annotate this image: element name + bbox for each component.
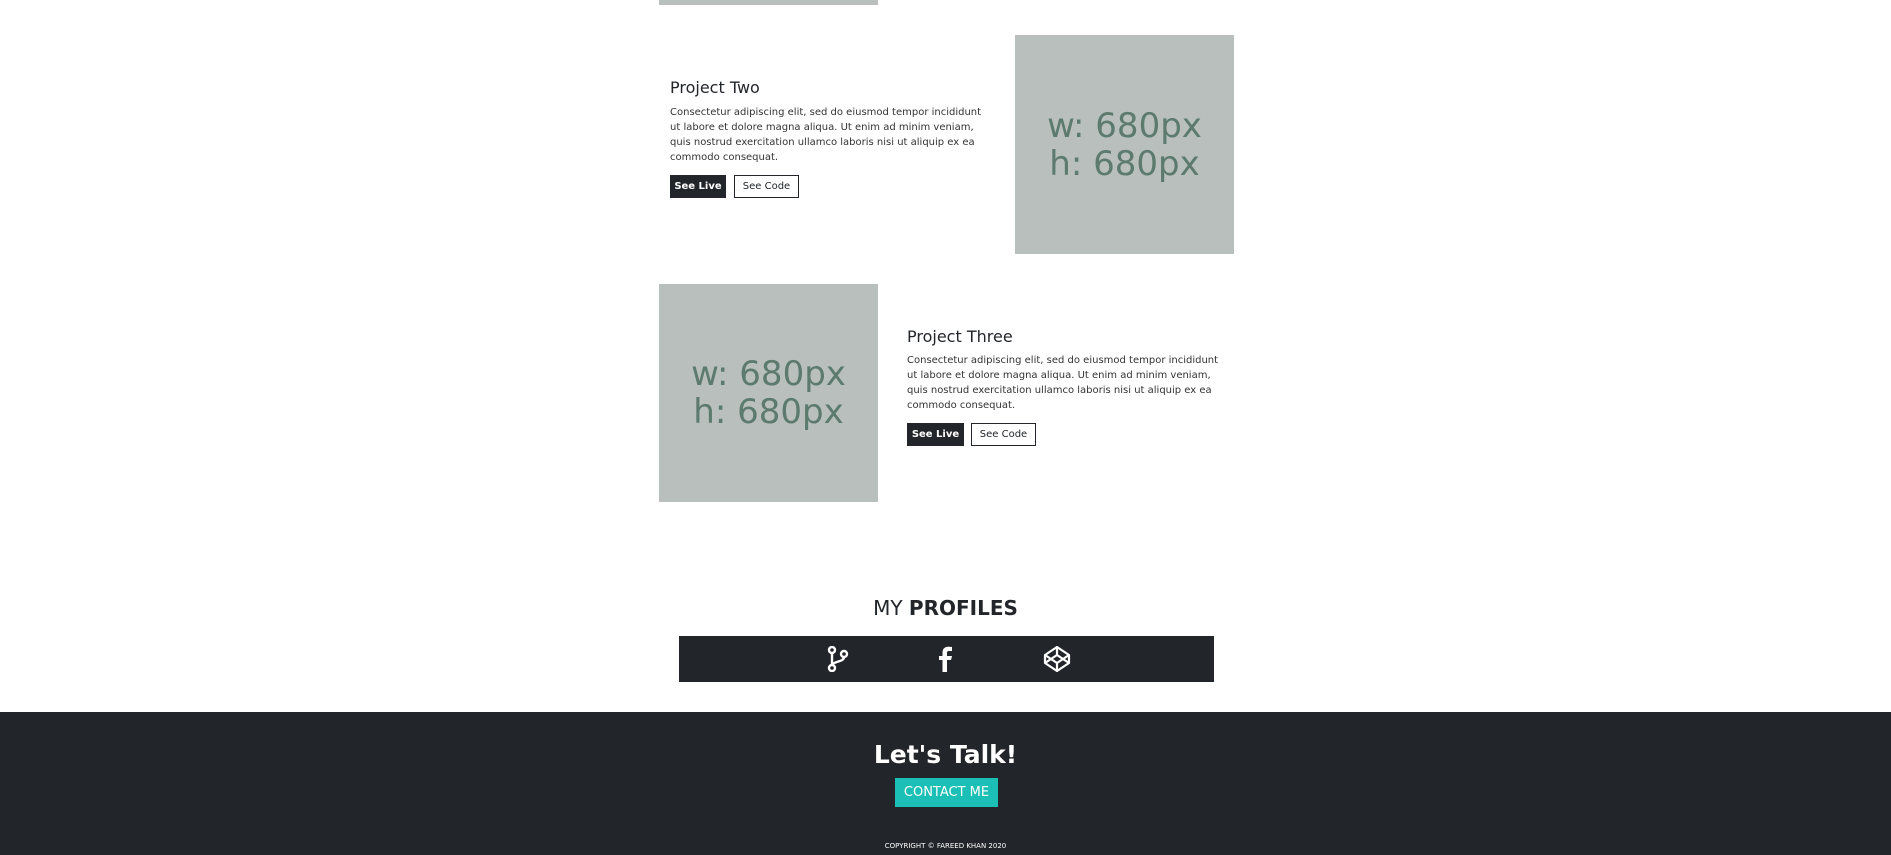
image-height-label: h: 680px xyxy=(1049,143,1200,184)
see-live-button[interactable]: See Live xyxy=(670,175,726,198)
copyright-text: COPYRIGHT © FAREED KHAN 2020 xyxy=(884,842,1007,850)
footer: Let's Talk! CONTACT ME COPYRIGHT © FAREE… xyxy=(0,712,1891,855)
contact-me-button[interactable]: CONTACT ME xyxy=(895,778,998,807)
see-code-button[interactable]: See Code xyxy=(971,423,1036,446)
image-width-label: w: 680px xyxy=(1047,105,1202,146)
image-width-label: w: 680px xyxy=(691,354,846,394)
facebook-icon[interactable] xyxy=(937,646,953,676)
git-branch-icon[interactable] xyxy=(826,645,850,676)
see-code-button[interactable]: See Code xyxy=(734,175,799,198)
previous-project-image xyxy=(659,0,878,5)
profiles-heading-bold: PROFILES xyxy=(908,596,1018,620)
profiles-heading-prefix: MY xyxy=(873,596,903,620)
project-image: w: 680px h: 680px xyxy=(659,284,878,502)
codepen-icon[interactable] xyxy=(1043,645,1071,676)
footer-heading: Let's Talk! xyxy=(873,740,1018,769)
project-title: Project Three xyxy=(907,327,1013,346)
profiles-bar xyxy=(679,636,1214,682)
see-live-button[interactable]: See Live xyxy=(907,423,964,446)
project-description: Consectetur adipiscing elit, sed do eius… xyxy=(670,107,982,163)
project-description: Consectetur adipiscing elit, sed do eius… xyxy=(907,355,1219,411)
project-title: Project Two xyxy=(670,78,760,97)
profiles-heading: MY PROFILES xyxy=(0,596,1891,620)
project-image: w: 680px h: 680px xyxy=(1015,35,1234,254)
image-height-label: h: 680px xyxy=(693,392,844,432)
